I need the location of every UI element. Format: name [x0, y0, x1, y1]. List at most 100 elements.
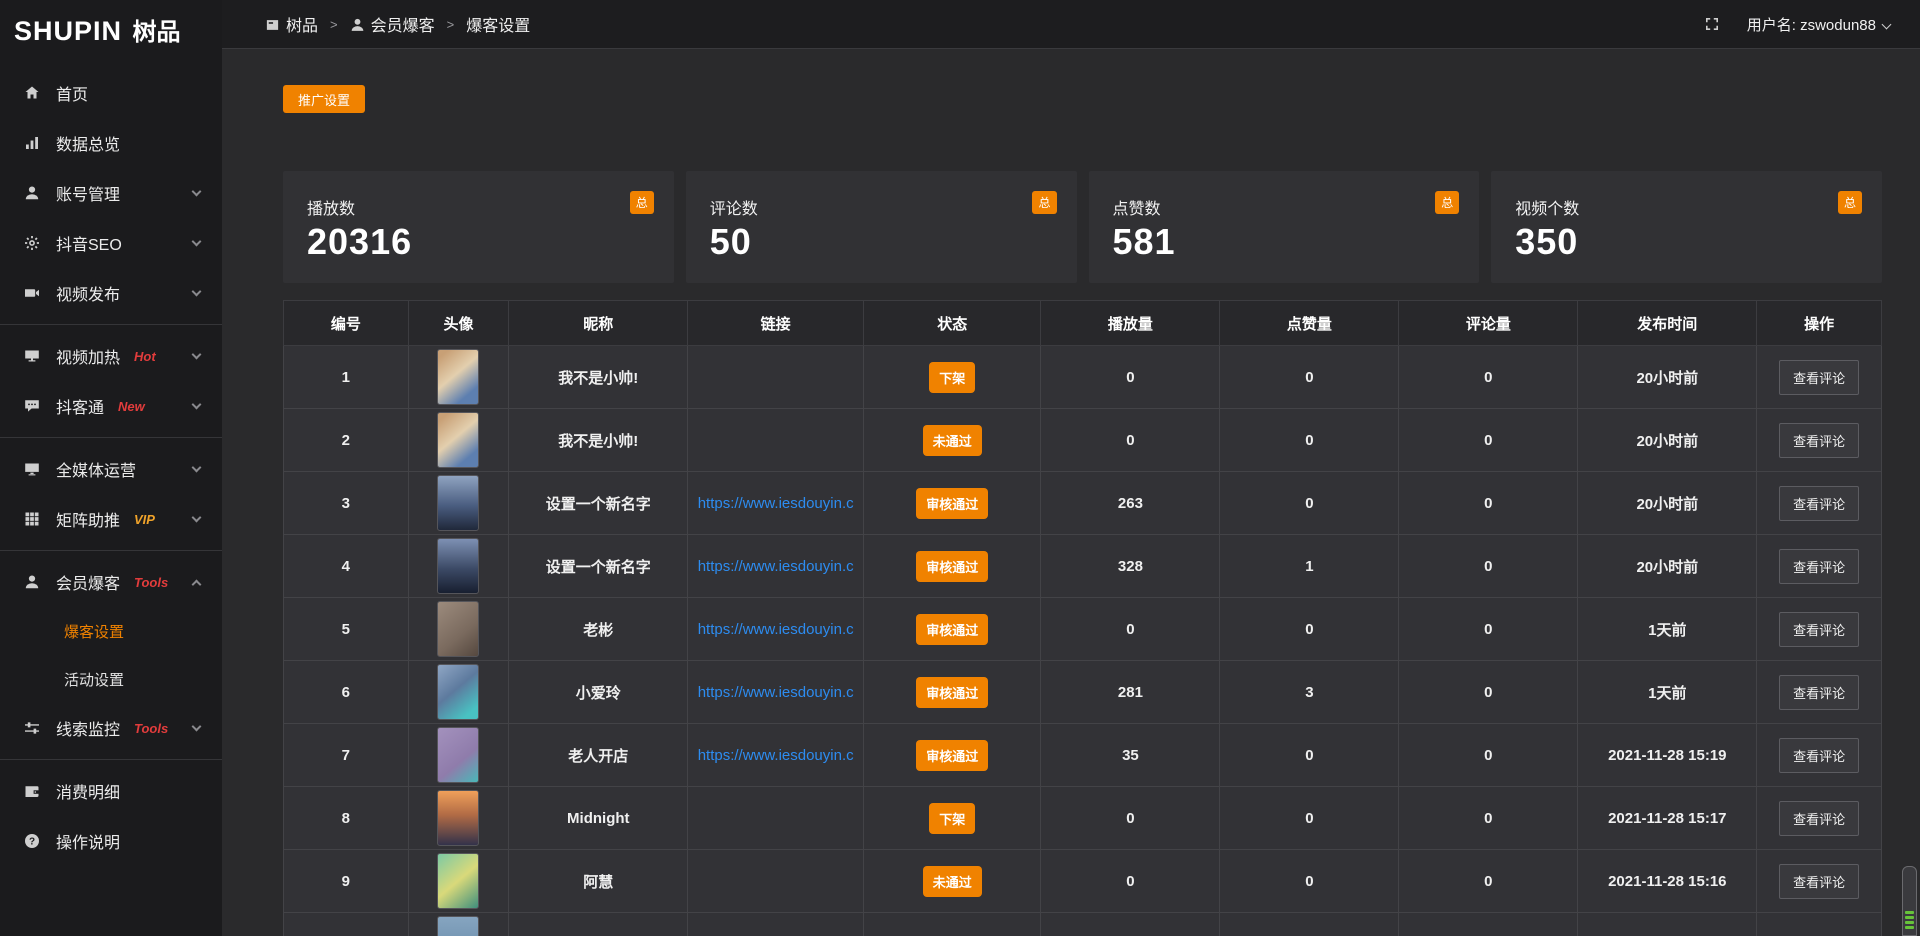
scrollbar-widget[interactable]	[1902, 866, 1917, 936]
avatar	[437, 412, 479, 468]
cell-plays	[1041, 913, 1220, 936]
cell-id: 9	[284, 850, 409, 913]
breadcrumb: 树品>会员爆客>爆客设置	[265, 12, 530, 36]
sidebar-item-label: 首页	[56, 81, 88, 105]
breadcrumb-item-爆客设置[interactable]: 爆客设置	[466, 12, 530, 36]
status-badge: 下架	[929, 803, 975, 834]
cell-likes: 0	[1220, 787, 1399, 850]
cell-action: 查看评论	[1757, 472, 1882, 535]
scroll-indicator-bars	[1905, 909, 1914, 929]
cell-nickname: Midnight	[509, 787, 688, 850]
table-row: 7 老人开店 https://www.iesdouyin.c 审核通过 35 0…	[284, 724, 1882, 787]
cell-time: 20小时前	[1578, 472, 1757, 535]
video-link[interactable]: https://www.iesdouyin.c	[698, 684, 854, 701]
chevron-down-icon	[192, 400, 202, 410]
cell-id: 5	[284, 598, 409, 661]
view-comments-button[interactable]: 查看评论	[1779, 360, 1859, 395]
sidebar-item-操作说明[interactable]: ? 操作说明	[0, 816, 222, 866]
cell-plays: 0	[1041, 787, 1220, 850]
breadcrumb-label: 爆客设置	[466, 12, 530, 36]
stat-label: 点赞数	[1113, 195, 1460, 219]
table-row: 2 我不是小帅! 未通过 0 0 0 20小时前 查看评论	[284, 409, 1882, 472]
cell-status: 审核通过	[864, 724, 1041, 787]
fullscreen-icon[interactable]	[1704, 16, 1721, 33]
cell-comments: 0	[1399, 661, 1578, 724]
stat-card-点赞数: 点赞数 581 总	[1089, 171, 1480, 283]
cell-plays: 0	[1041, 850, 1220, 913]
view-comments-button[interactable]: 查看评论	[1779, 486, 1859, 521]
grid-icon	[24, 511, 40, 527]
sidebar-subitem-爆客设置[interactable]: 爆客设置	[0, 607, 222, 655]
sidebar-item-抖客通[interactable]: 抖客通 New	[0, 381, 222, 431]
video-link[interactable]: https://www.iesdouyin.c	[698, 747, 854, 764]
cell-id: 8	[284, 787, 409, 850]
column-header-播放量: 播放量	[1041, 301, 1220, 346]
sidebar-item-账号管理[interactable]: 账号管理	[0, 168, 222, 218]
user-icon	[24, 574, 40, 590]
cell-id	[284, 913, 409, 936]
cell-time: 1天前	[1578, 661, 1757, 724]
cell-status: 下架	[864, 787, 1041, 850]
video-link[interactable]: https://www.iesdouyin.c	[698, 558, 854, 575]
cell-nickname: 设置一个新名字	[509, 535, 688, 598]
view-comments-button[interactable]: 查看评论	[1779, 801, 1859, 836]
cell-link: https://www.iesdouyin.c	[688, 661, 864, 724]
svg-text:?: ?	[29, 836, 35, 847]
cell-action: 查看评论	[1757, 787, 1882, 850]
stat-card-评论数: 评论数 50 总	[686, 171, 1077, 283]
promotion-settings-button[interactable]: 推广设置	[283, 85, 365, 113]
avatar	[437, 475, 479, 531]
sidebar-subitem-活动设置[interactable]: 活动设置	[0, 655, 222, 703]
breadcrumb-item-会员爆客[interactable]: 会员爆客	[350, 12, 435, 36]
breadcrumb-item-树品[interactable]: 树品	[265, 12, 318, 36]
sidebar-item-矩阵助推[interactable]: 矩阵助推 VIP	[0, 494, 222, 544]
cell-likes: 0	[1220, 850, 1399, 913]
view-comments-button[interactable]: 查看评论	[1779, 423, 1859, 458]
cell-comments: 0	[1399, 850, 1578, 913]
cell-status: 审核通过	[864, 661, 1041, 724]
cell-action: 查看评论	[1757, 724, 1882, 787]
cell-link	[688, 346, 864, 409]
sidebar-item-视频加热[interactable]: 视频加热 Hot	[0, 331, 222, 381]
sidebar-item-会员爆客[interactable]: 会员爆客 Tools	[0, 557, 222, 607]
view-comments-button[interactable]: 查看评论	[1779, 612, 1859, 647]
status-badge: 审核通过	[916, 551, 988, 582]
cell-likes: 3	[1220, 661, 1399, 724]
view-comments-button[interactable]: 查看评论	[1779, 549, 1859, 584]
view-comments-button[interactable]: 查看评论	[1779, 675, 1859, 710]
sidebar-item-tag: Tools	[134, 721, 168, 736]
cell-link: https://www.iesdouyin.c	[688, 472, 864, 535]
chevron-down-icon	[192, 722, 202, 732]
sidebar-item-label: 视频发布	[56, 281, 120, 305]
stat-cards: 播放数 20316 总 评论数 50 总 点赞数 581 总 视频个数 350 …	[283, 171, 1882, 283]
bar-chart-icon	[24, 135, 40, 151]
total-badge: 总	[1032, 191, 1056, 214]
cell-comments: 0	[1399, 787, 1578, 850]
cell-time	[1578, 913, 1757, 936]
cell-plays: 0	[1041, 598, 1220, 661]
total-badge: 总	[1838, 191, 1862, 214]
cell-link	[688, 913, 864, 936]
cell-link	[688, 409, 864, 472]
sidebar-divider	[0, 324, 222, 325]
video-link[interactable]: https://www.iesdouyin.c	[698, 495, 854, 512]
sidebar-item-消费明细[interactable]: 消费明细	[0, 766, 222, 816]
video-icon	[24, 285, 40, 301]
column-header-头像: 头像	[408, 301, 509, 346]
sidebar-item-首页[interactable]: 首页	[0, 68, 222, 118]
cell-link: https://www.iesdouyin.c	[688, 598, 864, 661]
sidebar-item-全媒体运营[interactable]: 全媒体运营	[0, 444, 222, 494]
avatar	[437, 538, 479, 594]
view-comments-button[interactable]: 查看评论	[1779, 864, 1859, 899]
sidebar-divider	[0, 437, 222, 438]
view-comments-button[interactable]: 查看评论	[1779, 738, 1859, 773]
sidebar-item-视频发布[interactable]: 视频发布	[0, 268, 222, 318]
sidebar-item-抖音SEO[interactable]: 抖音SEO	[0, 218, 222, 268]
username[interactable]: 用户名: zswodun88	[1747, 14, 1890, 35]
sidebar-item-线索监控[interactable]: 线索监控 Tools	[0, 703, 222, 753]
cell-avatar	[408, 535, 509, 598]
total-badge: 总	[1435, 191, 1459, 214]
column-header-链接: 链接	[688, 301, 864, 346]
video-link[interactable]: https://www.iesdouyin.c	[698, 621, 854, 638]
sidebar-item-数据总览[interactable]: 数据总览	[0, 118, 222, 168]
